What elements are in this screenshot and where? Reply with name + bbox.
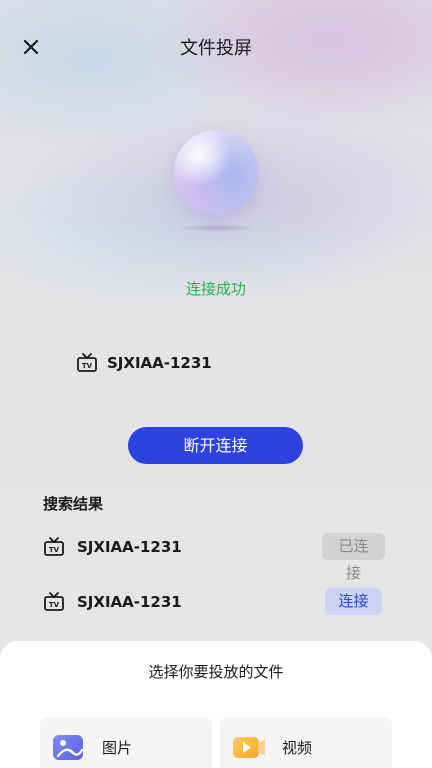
connect-button[interactable]: 连接 (325, 588, 382, 615)
result-device-name: SJXIAA-1231 (77, 538, 182, 556)
connected-device: TV SJXIAA-1231 (76, 350, 212, 376)
search-result-row: TV SJXIAA-1231 已连接 (43, 532, 387, 582)
disconnect-button[interactable]: 断开连接 (128, 427, 303, 464)
search-result-row: TV SJXIAA-1231 连接 (43, 587, 387, 617)
svg-text:TV: TV (49, 601, 60, 609)
tv-icon: TV (77, 353, 97, 372)
connected-device-name: SJXIAA-1231 (107, 354, 212, 372)
file-picker-title: 选择你要投放的文件 (148, 663, 284, 681)
svg-text:TV: TV (49, 546, 60, 554)
video-icon (233, 737, 265, 758)
video-option[interactable]: 视频 (220, 717, 392, 768)
tv-icon: TV (44, 537, 64, 556)
orb-shadow (176, 224, 256, 232)
file-picker-sheet: 选择你要投放的文件 图片 视频 (0, 641, 432, 768)
connected-badge: 已连接 (322, 533, 385, 582)
tv-icon: TV (44, 592, 64, 611)
connection-orb (166, 128, 266, 232)
image-option[interactable]: 图片 (40, 717, 212, 768)
image-option-label: 图片 (102, 738, 133, 757)
image-icon (53, 735, 84, 760)
orb-sphere (174, 130, 258, 214)
search-results-title: 搜索结果 (43, 495, 104, 513)
connection-status: 连接成功 (185, 280, 246, 298)
top-bar: 文件投屏 (0, 26, 432, 66)
result-device-name: SJXIAA-1231 (77, 593, 182, 611)
video-option-label: 视频 (282, 738, 313, 757)
svg-text:TV: TV (82, 362, 93, 370)
page-title: 文件投屏 (180, 38, 252, 59)
